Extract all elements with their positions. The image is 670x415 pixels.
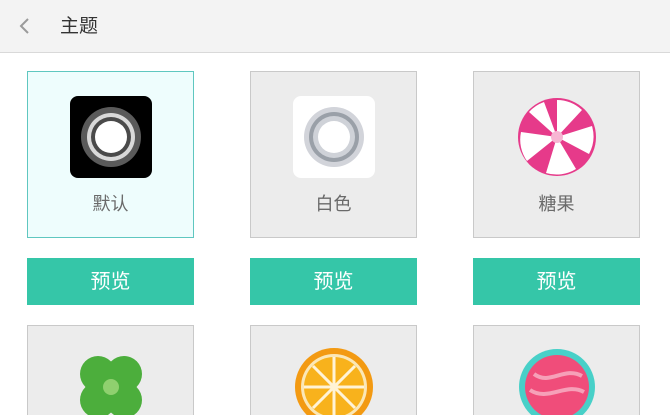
preview-button-white[interactable]: 预览 xyxy=(250,258,417,305)
theme-card-orange[interactable] xyxy=(250,325,417,415)
page-title: 主题 xyxy=(60,15,99,37)
theme-name: 糖果 xyxy=(538,194,575,215)
clover-icon xyxy=(70,346,152,415)
theme-card-pink[interactable] xyxy=(473,325,640,415)
theme-card-white[interactable]: 白色 xyxy=(250,71,417,238)
preview-button-candy[interactable]: 预览 xyxy=(473,258,640,305)
theme-card-clover[interactable] xyxy=(27,325,194,415)
dark-ring-icon xyxy=(70,96,152,178)
pink-ball-icon xyxy=(516,346,598,415)
back-button[interactable] xyxy=(10,12,38,40)
chevron-left-icon xyxy=(19,18,29,34)
theme-card-candy[interactable]: 糖果 xyxy=(473,71,640,238)
theme-name: 默认 xyxy=(92,194,129,215)
theme-card-default[interactable]: 默认 xyxy=(27,71,194,238)
theme-name: 白色 xyxy=(315,194,352,215)
orange-slice-icon xyxy=(293,346,375,415)
candy-icon xyxy=(516,96,598,178)
white-ring-icon xyxy=(293,96,375,178)
preview-button-default[interactable]: 预览 xyxy=(27,258,194,305)
top-bar: 主题 xyxy=(0,0,670,53)
